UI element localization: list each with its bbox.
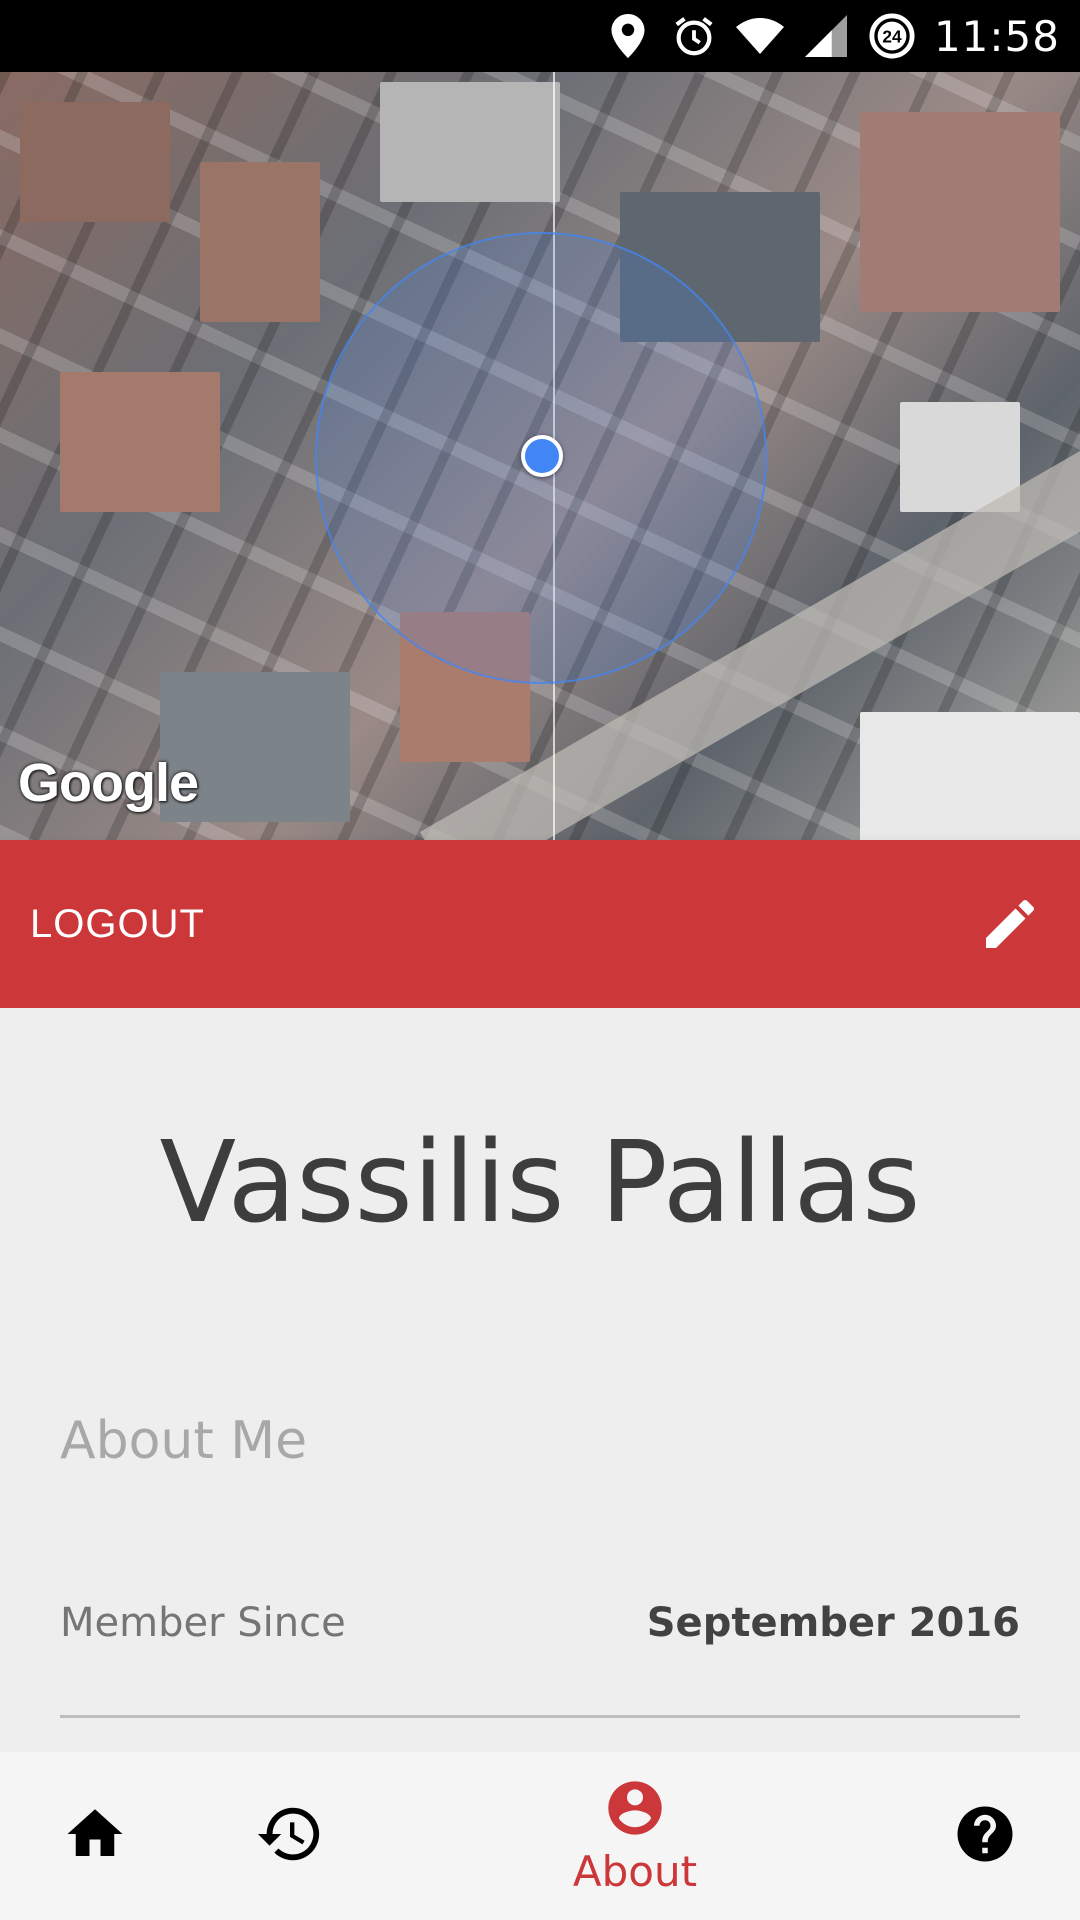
user-name: Vassilis Pallas [159,1118,921,1248]
map-building [380,82,560,202]
nav-home[interactable] [50,1752,140,1920]
alarm-icon [670,12,718,60]
logout-button[interactable]: LOGOUT [30,840,205,1008]
member-since-row: Member Since September 2016 [60,1600,1020,1672]
about-me-heading: About Me [60,1411,308,1471]
nav-history[interactable] [240,1752,340,1920]
map-building [20,102,170,222]
member-since-value: September 2016 [646,1600,1020,1646]
svg-text:24: 24 [882,27,902,47]
wifi-icon [735,12,784,60]
map-building [860,712,1080,840]
member-since-label: Member Since [60,1600,346,1646]
help-icon [952,1801,1018,1872]
data-saver-icon: 24 [868,12,916,60]
nav-about-label: About [572,1847,698,1896]
account-icon [603,1776,667,1845]
location-icon [604,12,652,60]
divider [60,1715,1020,1718]
nav-help[interactable] [940,1752,1030,1920]
pencil-icon[interactable] [978,892,1042,956]
history-icon [255,1799,325,1874]
nav-about[interactable]: About [560,1752,710,1920]
signal-icon [802,12,850,60]
clock-time: 11:58 [933,11,1060,61]
status-bar: 24 11:58 [0,0,1080,72]
bottom-navigation: About [0,1752,1080,1920]
google-logo: Google [18,753,199,813]
profile-action-bar: LOGOUT [0,840,1080,1008]
map-building [860,112,1060,312]
home-icon [62,1801,128,1872]
map-view[interactable]: Google [0,72,1080,840]
my-location-dot [521,435,563,477]
map-building [200,162,320,322]
map-building [60,372,220,512]
profile-content: Vassilis Pallas About Me Member Since Se… [0,1008,1080,1752]
